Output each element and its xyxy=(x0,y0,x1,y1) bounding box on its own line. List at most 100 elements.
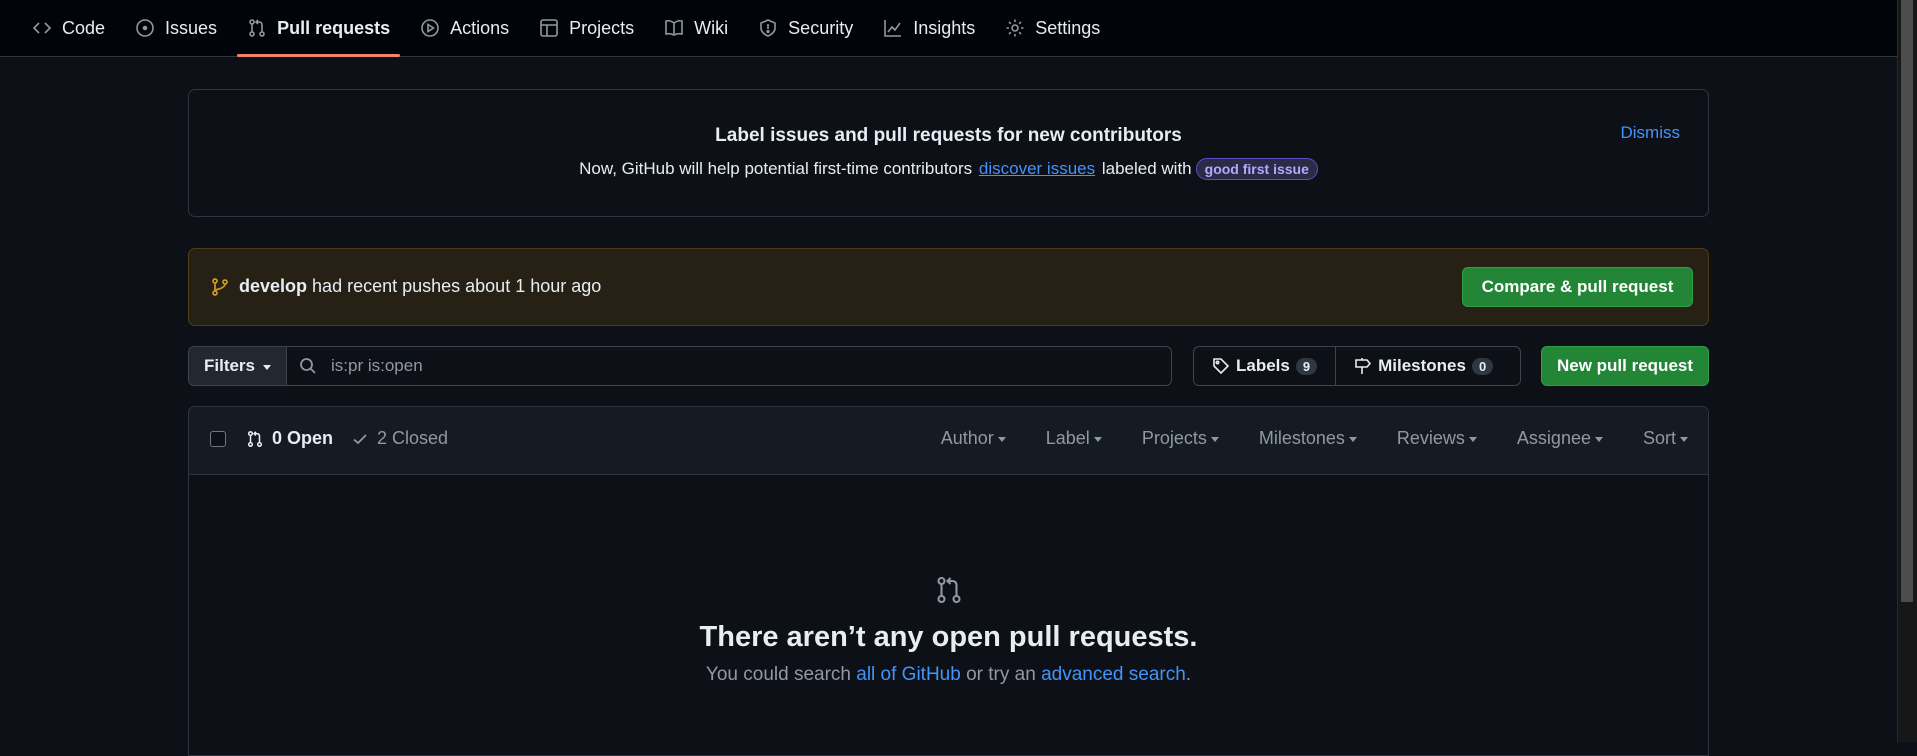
tab-label: Issues xyxy=(165,17,218,38)
labels-milestones-group: Labels 9 Milestones 0 xyxy=(1193,346,1521,386)
branch-icon xyxy=(211,277,229,297)
issue-icon xyxy=(135,18,155,38)
tab-issues[interactable]: Issues xyxy=(125,0,227,56)
search-field[interactable] xyxy=(286,346,1172,386)
milestones-filter-label: Milestones xyxy=(1258,428,1345,448)
assignee-label: Assignee xyxy=(1516,428,1591,448)
code-icon xyxy=(32,18,52,38)
tag-icon xyxy=(1212,357,1230,375)
branch-name: develop xyxy=(239,276,308,296)
push-text: develop had recent pushes about 1 hour a… xyxy=(239,276,601,297)
select-all-checkbox[interactable] xyxy=(210,431,226,447)
page-scrollbar[interactable] xyxy=(1897,0,1917,742)
chevron-down-icon xyxy=(1210,437,1219,442)
tab-label: Settings xyxy=(1035,17,1101,38)
author-filter[interactable]: Author xyxy=(941,428,1006,449)
recent-push-banner: develop had recent pushes about 1 hour a… xyxy=(188,248,1709,326)
blankslate-text-middle: or try an xyxy=(966,664,1036,685)
tab-projects[interactable]: Projects xyxy=(529,0,644,56)
milestones-count: 0 xyxy=(1471,357,1494,375)
chevron-down-icon xyxy=(1468,437,1477,442)
milestones-filter[interactable]: Milestones xyxy=(1259,428,1357,449)
tab-wiki[interactable]: Wiki xyxy=(654,0,738,56)
search-input[interactable] xyxy=(329,355,1133,377)
tab-label: Security xyxy=(788,17,854,38)
pull-request-icon xyxy=(246,429,264,449)
banner-text-before: Now, GitHub will help potential first-ti… xyxy=(579,159,973,178)
contributor-banner: Label issues and pull requests for new c… xyxy=(188,89,1709,217)
chevron-down-icon xyxy=(1093,437,1102,442)
projects-label: Projects xyxy=(1141,428,1207,448)
tab-label: Wiki xyxy=(694,17,729,38)
compare-pull-request-button[interactable]: Compare & pull request xyxy=(1462,267,1693,307)
sort-label: Sort xyxy=(1642,428,1676,448)
milestones-button[interactable]: Milestones 0 xyxy=(1335,347,1511,385)
filters-button[interactable]: Filters xyxy=(188,346,287,386)
sort-dropdown[interactable]: Sort xyxy=(1643,428,1688,449)
tab-security[interactable]: Security xyxy=(748,0,863,56)
book-icon xyxy=(664,18,684,38)
blankslate-text-before: You could search xyxy=(705,664,851,685)
scrollbar-thumb[interactable] xyxy=(1901,0,1913,602)
new-pull-request-button[interactable]: New pull request xyxy=(1541,346,1709,386)
shield-icon xyxy=(758,18,778,38)
labels-button[interactable]: Labels 9 xyxy=(1194,347,1335,385)
open-filter[interactable]: 0 Open xyxy=(246,428,333,449)
chevron-down-icon xyxy=(1594,437,1603,442)
repo-tab-nav: Code Issues Pull requests Actions Projec… xyxy=(0,0,1898,57)
closed-filter[interactable]: 2 Closed xyxy=(351,428,448,449)
chevron-down-icon xyxy=(1348,437,1357,442)
milestones-label: Milestones xyxy=(1378,356,1466,375)
tab-label: Projects xyxy=(569,17,635,38)
assignee-filter[interactable]: Assignee xyxy=(1517,428,1603,449)
open-count: 0 Open xyxy=(272,428,334,448)
dismiss-button[interactable]: Dismiss xyxy=(1621,123,1681,143)
tab-settings[interactable]: Settings xyxy=(995,0,1110,56)
banner-title: Label issues and pull requests for new c… xyxy=(715,125,1182,146)
chevron-down-icon xyxy=(263,364,272,370)
good-first-issue-label: good first issue xyxy=(1195,158,1318,180)
chevron-down-icon xyxy=(1680,437,1688,442)
tab-label: Insights xyxy=(913,17,976,38)
tab-insights[interactable]: Insights xyxy=(873,0,985,56)
pull-request-icon xyxy=(934,575,964,605)
milestone-icon xyxy=(1354,357,1372,375)
search-icon xyxy=(299,357,317,375)
pull-request-icon xyxy=(247,18,267,38)
blankslate-title: There aren’t any open pull requests. xyxy=(699,621,1198,653)
tab-label: Actions xyxy=(450,17,510,38)
closed-count: 2 Closed xyxy=(377,428,449,448)
pull-request-list: 0 Open 2 Closed Author Label Projects Mi… xyxy=(188,406,1709,756)
advanced-search-link[interactable]: advanced search xyxy=(1041,664,1186,685)
graph-icon xyxy=(883,18,903,38)
reviews-label: Reviews xyxy=(1396,428,1465,448)
tab-pull-requests[interactable]: Pull requests xyxy=(237,0,401,57)
labels-count: 9 xyxy=(1295,357,1318,375)
tab-code[interactable]: Code xyxy=(22,0,115,56)
tab-label: Code xyxy=(62,17,106,38)
list-header: 0 Open 2 Closed Author Label Projects Mi… xyxy=(189,407,1708,475)
tab-label: Pull requests xyxy=(277,17,391,38)
tab-actions[interactable]: Actions xyxy=(410,0,519,56)
labels-label: Labels xyxy=(1236,356,1290,375)
banner-text: Now, GitHub will help potential first-ti… xyxy=(189,158,1708,180)
blankslate-text-after: . xyxy=(1185,664,1192,685)
play-icon xyxy=(420,18,440,38)
sort-filters: Author Label Projects Milestones Reviews… xyxy=(901,428,1688,449)
check-icon xyxy=(351,430,369,448)
filter-bar: Filters Labels 9 Milestones 0 New pull r… xyxy=(188,346,1709,386)
projects-filter[interactable]: Projects xyxy=(1142,428,1219,449)
chevron-down-icon xyxy=(997,437,1006,442)
banner-text-after: labeled with xyxy=(1101,159,1192,178)
label-label: Label xyxy=(1045,428,1090,448)
author-label: Author xyxy=(940,428,994,448)
table-icon xyxy=(539,18,559,38)
reviews-filter[interactable]: Reviews xyxy=(1397,428,1477,449)
discover-issues-link[interactable]: discover issues xyxy=(979,159,1095,179)
gear-icon xyxy=(1005,18,1025,38)
push-description: had recent pushes about 1 hour ago xyxy=(312,276,602,296)
blankslate-description: You could search all of GitHub or try an… xyxy=(189,664,1708,686)
label-filter[interactable]: Label xyxy=(1046,428,1102,449)
blankslate: There aren’t any open pull requests. You… xyxy=(189,575,1708,686)
all-of-github-link[interactable]: all of GitHub xyxy=(856,664,961,685)
